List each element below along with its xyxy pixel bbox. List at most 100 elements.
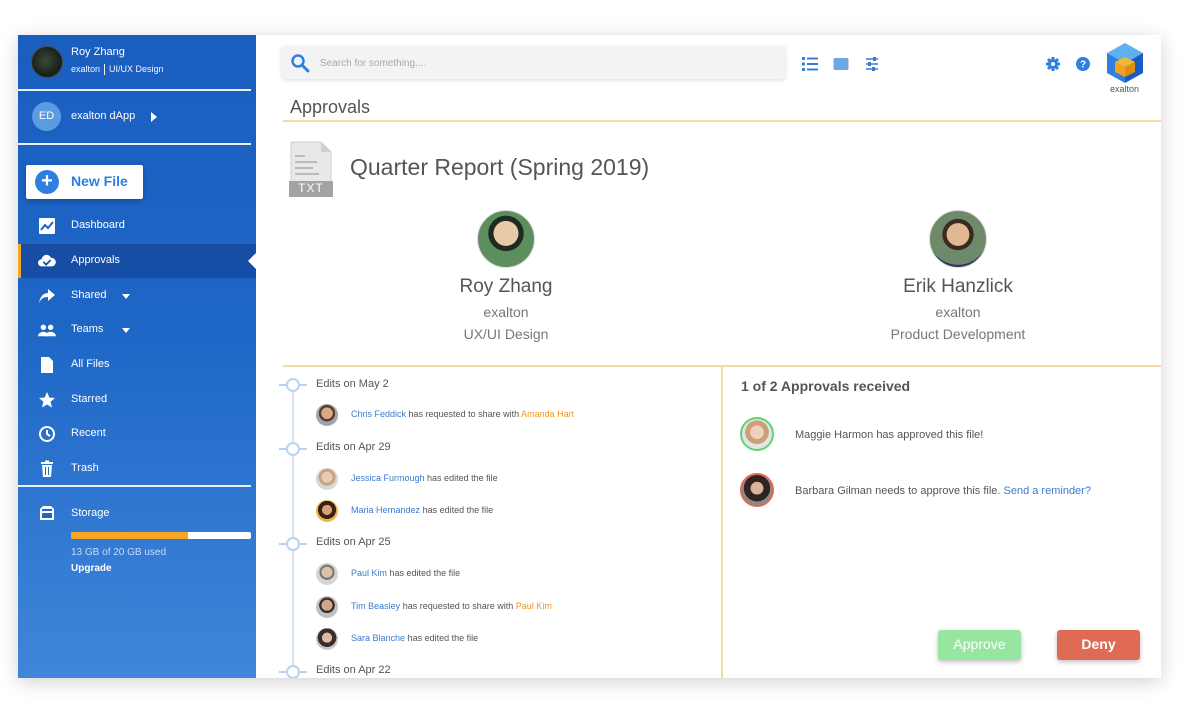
approve-button[interactable]: Approve [938,630,1021,660]
user-link[interactable]: Sara Blanche [351,633,405,643]
workspace-label[interactable]: exalton dApp [71,110,135,122]
upgrade-link[interactable]: Upgrade [71,563,112,574]
timeline-node [279,665,307,678]
timeline-text: Maria Hernandez has edited the file [351,505,493,515]
user-link[interactable]: Jessica Furmough [351,473,425,483]
storage-progress-bar [71,532,251,539]
gear-icon[interactable] [1045,56,1061,72]
approvals-summary: 1 of 2 Approvals received [741,378,911,394]
person-name: Roy Zhang [459,276,553,297]
avatar[interactable] [316,563,338,585]
target-user-link[interactable]: Paul Kim [516,601,552,611]
avatar[interactable] [929,210,987,268]
user-link[interactable]: Tim Beasley [351,601,400,611]
new-file-label: New File [71,173,128,189]
sidebar-item-label: All Files [71,358,110,370]
storage-label: Storage [71,507,110,519]
sidebar-item-starred[interactable]: Starred [18,383,256,417]
storage-usage-text: 13 GB of 20 GB used [71,547,167,558]
sidebar-item-label: Recent [71,427,106,439]
search-bar[interactable] [282,46,785,79]
caret-right-icon[interactable] [151,112,157,122]
plus-icon: + [35,170,59,194]
sidebar-item-label: Starred [71,393,108,405]
action-text: has requested to share with [402,601,514,611]
person-name: Erik Hanzlick [903,276,1013,297]
avatar[interactable] [316,596,338,618]
timeline-date: Edits on Apr 25 [316,536,391,548]
sidebar-item-trash[interactable]: Trash [18,452,256,486]
divider [18,89,251,91]
avatar[interactable] [740,417,774,451]
avatar[interactable] [316,404,338,426]
avatar[interactable] [740,473,774,507]
person-card: Roy Zhang exalton UX/UI Design [396,210,616,342]
user-link[interactable]: Maria Hernandez [351,505,420,515]
sidebar-item-all-files[interactable]: All Files [18,348,256,382]
workspace-badge[interactable]: ED [32,102,61,131]
avatar[interactable] [477,210,535,268]
action-text: has edited the file [407,633,479,643]
deny-button[interactable]: Deny [1057,630,1140,660]
star-icon [39,392,55,408]
cloud-check-icon [38,254,56,267]
approval-text: Maggie Harmon has approved this file! [795,429,983,441]
sidebar-item-shared[interactable]: Shared [18,279,256,313]
divider [721,367,723,678]
new-file-button[interactable]: + New File [26,165,143,199]
sidebar-item-label: Dashboard [71,219,125,231]
page-title: Approvals [290,97,371,117]
grid-view-icon[interactable] [833,56,849,72]
storage-icon [40,506,54,520]
sidebar-item-dashboard[interactable]: Dashboard [18,209,256,243]
sidebar: Roy Zhang exalton UI/UX Design ED exalton… [18,35,256,678]
file-icon [41,357,53,373]
list-view-icon[interactable] [802,56,818,72]
filter-sliders-icon[interactable] [864,56,880,72]
timeline-node [279,537,307,551]
share-arrow-icon [39,289,55,303]
send-reminder-link[interactable]: Send a reminder? [1004,485,1091,497]
profile-subtitle: exalton UI/UX Design [71,64,164,76]
caret-down-icon[interactable] [122,294,130,299]
sidebar-item-label: Teams [71,323,104,335]
sidebar-item-approvals[interactable]: Approvals [18,244,256,278]
person-org: exalton [935,304,981,320]
people-icon [38,324,56,337]
person-org: exalton [483,304,529,320]
avatar[interactable] [316,628,338,650]
user-link[interactable]: Paul Kim [351,568,387,578]
timeline-node [279,378,307,392]
person-dept: UX/UI Design [463,326,549,342]
timeline-date: Edits on Apr 22 [316,664,391,676]
avatar[interactable] [316,500,338,522]
exalton-logo-icon [1107,43,1143,83]
sidebar-item-teams[interactable]: Teams [18,313,256,347]
person-card: Erik Hanzlick exalton Product Developmen… [848,210,1068,342]
approval-text: Barbara Gilman needs to approve this fil… [795,485,1091,497]
user-link[interactable]: Chris Feddick [351,409,406,419]
app-window: Roy Zhang exalton UI/UX Design ED exalton… [18,35,1161,678]
chart-icon [39,218,55,234]
caret-down-icon[interactable] [122,328,130,333]
profile-name: Roy Zhang [71,46,125,58]
trash-icon [41,460,53,477]
action-text: has edited the file [427,473,498,483]
user-profile[interactable]: Roy Zhang exalton UI/UX Design [18,35,256,89]
timeline-text: Tim Beasley has requested to share with … [351,601,552,611]
timeline-node [279,442,307,456]
person-dept: Product Development [890,326,1026,342]
target-user-link[interactable]: Amanda Hart [521,409,574,419]
clock-icon [39,426,55,442]
sidebar-item-recent[interactable]: Recent [18,417,256,451]
avatar[interactable] [316,468,338,490]
timeline-text: Jessica Furmough has edited the file [351,473,498,483]
search-icon[interactable] [290,53,310,73]
search-input[interactable] [318,54,772,73]
help-icon[interactable]: ? [1075,56,1091,72]
sidebar-item-label: Trash [71,462,99,474]
avatar[interactable] [31,46,63,78]
timeline-text: Chris Feddick has requested to share wit… [351,409,574,419]
storage-progress-fill [71,532,188,539]
brand-name: exalton [1110,84,1140,94]
